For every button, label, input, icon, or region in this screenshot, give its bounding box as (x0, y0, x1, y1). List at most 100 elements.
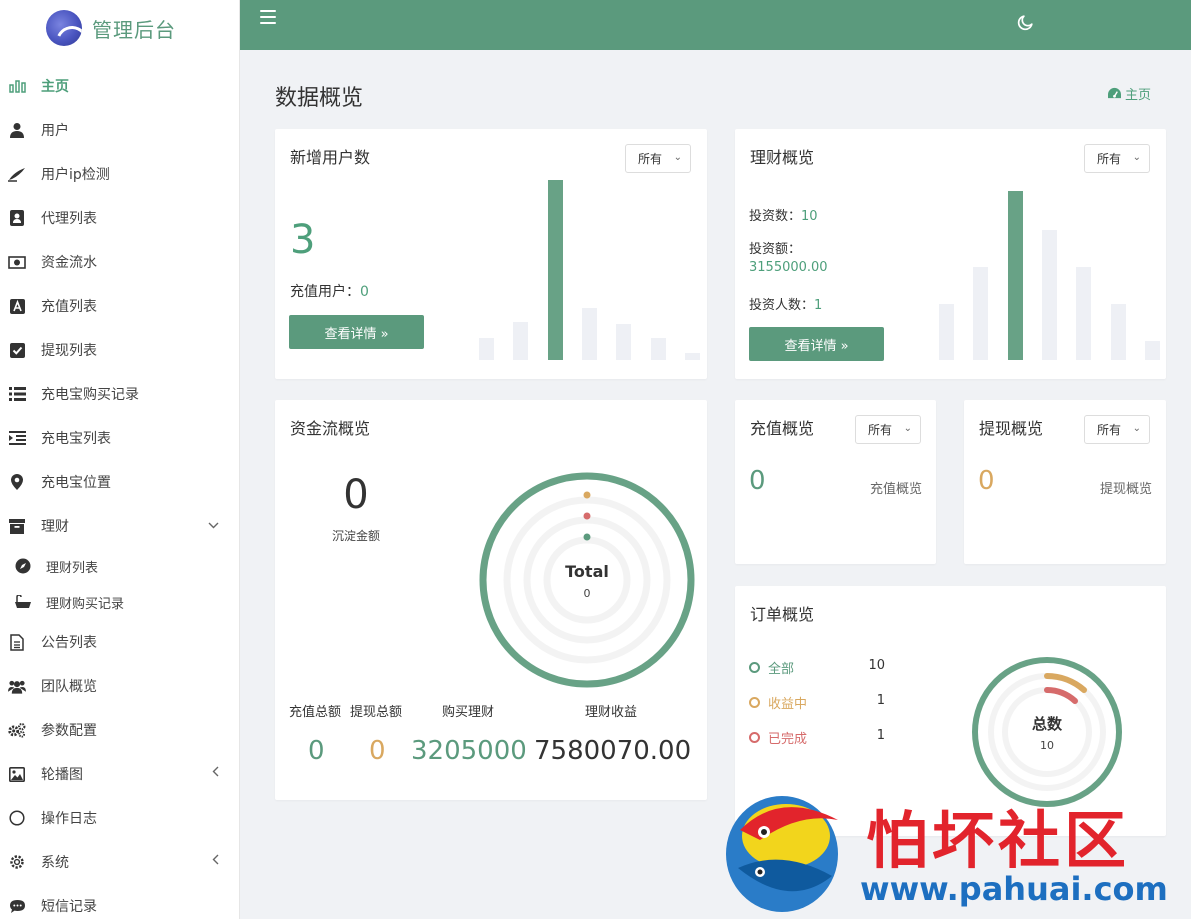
brand[interactable]: 管理后台 (0, 0, 239, 56)
chart-bar (581, 308, 597, 360)
chart-bar (1007, 191, 1023, 360)
chevron-down-icon: ⌄ (903, 423, 912, 434)
finance-card: 理财概览 所有 ⌄ 投资数：10 投资额： 3155000.00 投资人数：1 … (735, 129, 1166, 379)
chart-bar (1144, 341, 1160, 360)
sidebar-item-label: 参数配置 (41, 723, 97, 739)
circle-icon (8, 809, 26, 827)
user-icon (8, 121, 26, 139)
sidebar-item-17[interactable]: 操作日志 (0, 796, 239, 840)
logo-icon (46, 10, 82, 46)
legend-dot (749, 662, 760, 673)
card-title: 提现概览 (979, 419, 1044, 438)
chevron-left-icon (212, 854, 219, 868)
compass-icon (14, 557, 32, 575)
legend-value: 10 (868, 658, 885, 673)
recharge-card: 充值概览 所有 ⌄ 0 充值概览 (735, 400, 936, 564)
investor-count-row: 投资人数：1 (749, 294, 822, 313)
legend-label: 已完成 (768, 732, 808, 747)
view-details-button[interactable]: 查看详情 » (749, 327, 884, 361)
sidebar-item-label: 充电宝位置 (41, 475, 111, 491)
stat-label-recharge: 充值总额 (289, 705, 342, 720)
invest-count-value: 10 (801, 209, 818, 224)
bath-icon (14, 593, 32, 611)
sidebar-item-label: 公告列表 (41, 635, 97, 651)
archive-icon (8, 517, 26, 535)
sidebar-item-10[interactable]: 理财 (0, 504, 239, 548)
sidebar-item-label: 提现列表 (41, 343, 97, 359)
moon-icon[interactable] (1016, 12, 1036, 32)
stat-value-withdraw: 0 (369, 736, 386, 766)
sidebar-item-label: 充电宝购买记录 (41, 387, 139, 403)
sidebar-item-5[interactable]: 充值列表 (0, 284, 239, 328)
sidebar-item-19[interactable]: 短信记录 (0, 884, 239, 919)
sidebar-item-3[interactable]: 代理列表 (0, 196, 239, 240)
check-square-icon (8, 341, 26, 359)
money-icon (8, 253, 26, 271)
investor-count-label: 投资人数： (749, 298, 815, 313)
watermark-title: 怕坏社区 (866, 804, 1131, 877)
watermark-logo-icon (726, 796, 838, 912)
period-select[interactable]: 所有 ⌄ (1084, 144, 1150, 173)
image-icon (8, 765, 26, 783)
period-select[interactable]: 所有 ⌄ (625, 144, 691, 173)
chart-bar (1076, 267, 1092, 360)
users-icon (8, 677, 26, 695)
sidebar-item-label: 充电宝列表 (41, 431, 111, 447)
page-title: 数据概览 (275, 86, 364, 111)
ring-dot-green (583, 533, 591, 541)
sidebar-item-16[interactable]: 轮播图 (0, 752, 239, 796)
sidebar-item-8[interactable]: 充电宝列表 (0, 416, 239, 460)
ring-dot-red (583, 512, 591, 520)
sidebar-item-15[interactable]: 参数配置 (0, 708, 239, 752)
stat-value-buy-finance: 3205000 (411, 736, 527, 766)
withdraw-value: 0 (978, 466, 995, 496)
invest-amount-label: 投资额： (749, 242, 802, 257)
chevron-left-icon (212, 766, 219, 780)
stat-value-finance-income: 7580070.00 (534, 736, 692, 766)
sidebar-item-7[interactable]: 充电宝购买记录 (0, 372, 239, 416)
deposit-label: 沉淀金额 (331, 529, 380, 543)
watermark-url: www.pahuai.com (860, 870, 1168, 908)
chevron-down-icon: ⌄ (673, 152, 682, 163)
card-title: 新增用户数 (290, 148, 371, 167)
sidebar-item-11[interactable]: 理财列表 (0, 548, 239, 584)
sidebar-item-18[interactable]: 系统 (0, 840, 239, 884)
map-pin-icon (8, 473, 26, 491)
sidebar-item-label: 用户ip检测 (41, 167, 110, 183)
menu-toggle-icon[interactable] (260, 10, 276, 24)
period-select[interactable]: 所有 ⌄ (855, 415, 921, 444)
stat-label-buy-finance: 购买理财 (442, 705, 495, 720)
stat-label-withdraw: 提现总额 (350, 705, 403, 720)
sidebar-item-12[interactable]: 理财购买记录 (0, 584, 239, 620)
sidebar-item-0[interactable]: 主页 (0, 64, 239, 108)
sidebar-item-label: 充值列表 (41, 299, 97, 315)
breadcrumb-home[interactable]: 主页 (1107, 84, 1151, 103)
sidebar-item-label: 代理列表 (41, 211, 97, 227)
legend-label: 收益中 (768, 697, 808, 712)
select-value: 所有 (868, 423, 893, 437)
sidebar-item-13[interactable]: 公告列表 (0, 620, 239, 664)
card-title: 资金流概览 (290, 419, 371, 438)
view-details-button[interactable]: 查看详情 » (289, 315, 424, 349)
sidebar-item-1[interactable]: 用户 (0, 108, 239, 152)
orders-ring-value: 10 (1040, 739, 1054, 752)
sidebar-item-9[interactable]: 充电宝位置 (0, 460, 239, 504)
ring-dot-orange (583, 491, 591, 499)
letter-a-icon (8, 297, 26, 315)
sidebar-item-14[interactable]: 团队概览 (0, 664, 239, 708)
card-title: 充值概览 (750, 419, 815, 438)
contact-icon (8, 209, 26, 227)
sidebar-item-4[interactable]: 资金流水 (0, 240, 239, 284)
withdraw-label: 提现概览 (1099, 482, 1152, 497)
invest-count-label: 投资数： (749, 209, 802, 224)
recharge-label: 充值概览 (869, 482, 922, 497)
sidebar-item-label: 理财列表 (46, 560, 99, 576)
legend-dot (749, 697, 760, 708)
sidebar-item-label: 理财 (41, 519, 69, 535)
orders-ring-title: 总数 (1031, 715, 1062, 733)
sidebar-item-label: 团队概览 (41, 679, 97, 695)
sidebar-item-6[interactable]: 提现列表 (0, 328, 239, 372)
sidebar-item-2[interactable]: 用户ip检测 (0, 152, 239, 196)
recharge-value: 0 (749, 466, 766, 496)
period-select[interactable]: 所有 ⌄ (1084, 415, 1150, 444)
